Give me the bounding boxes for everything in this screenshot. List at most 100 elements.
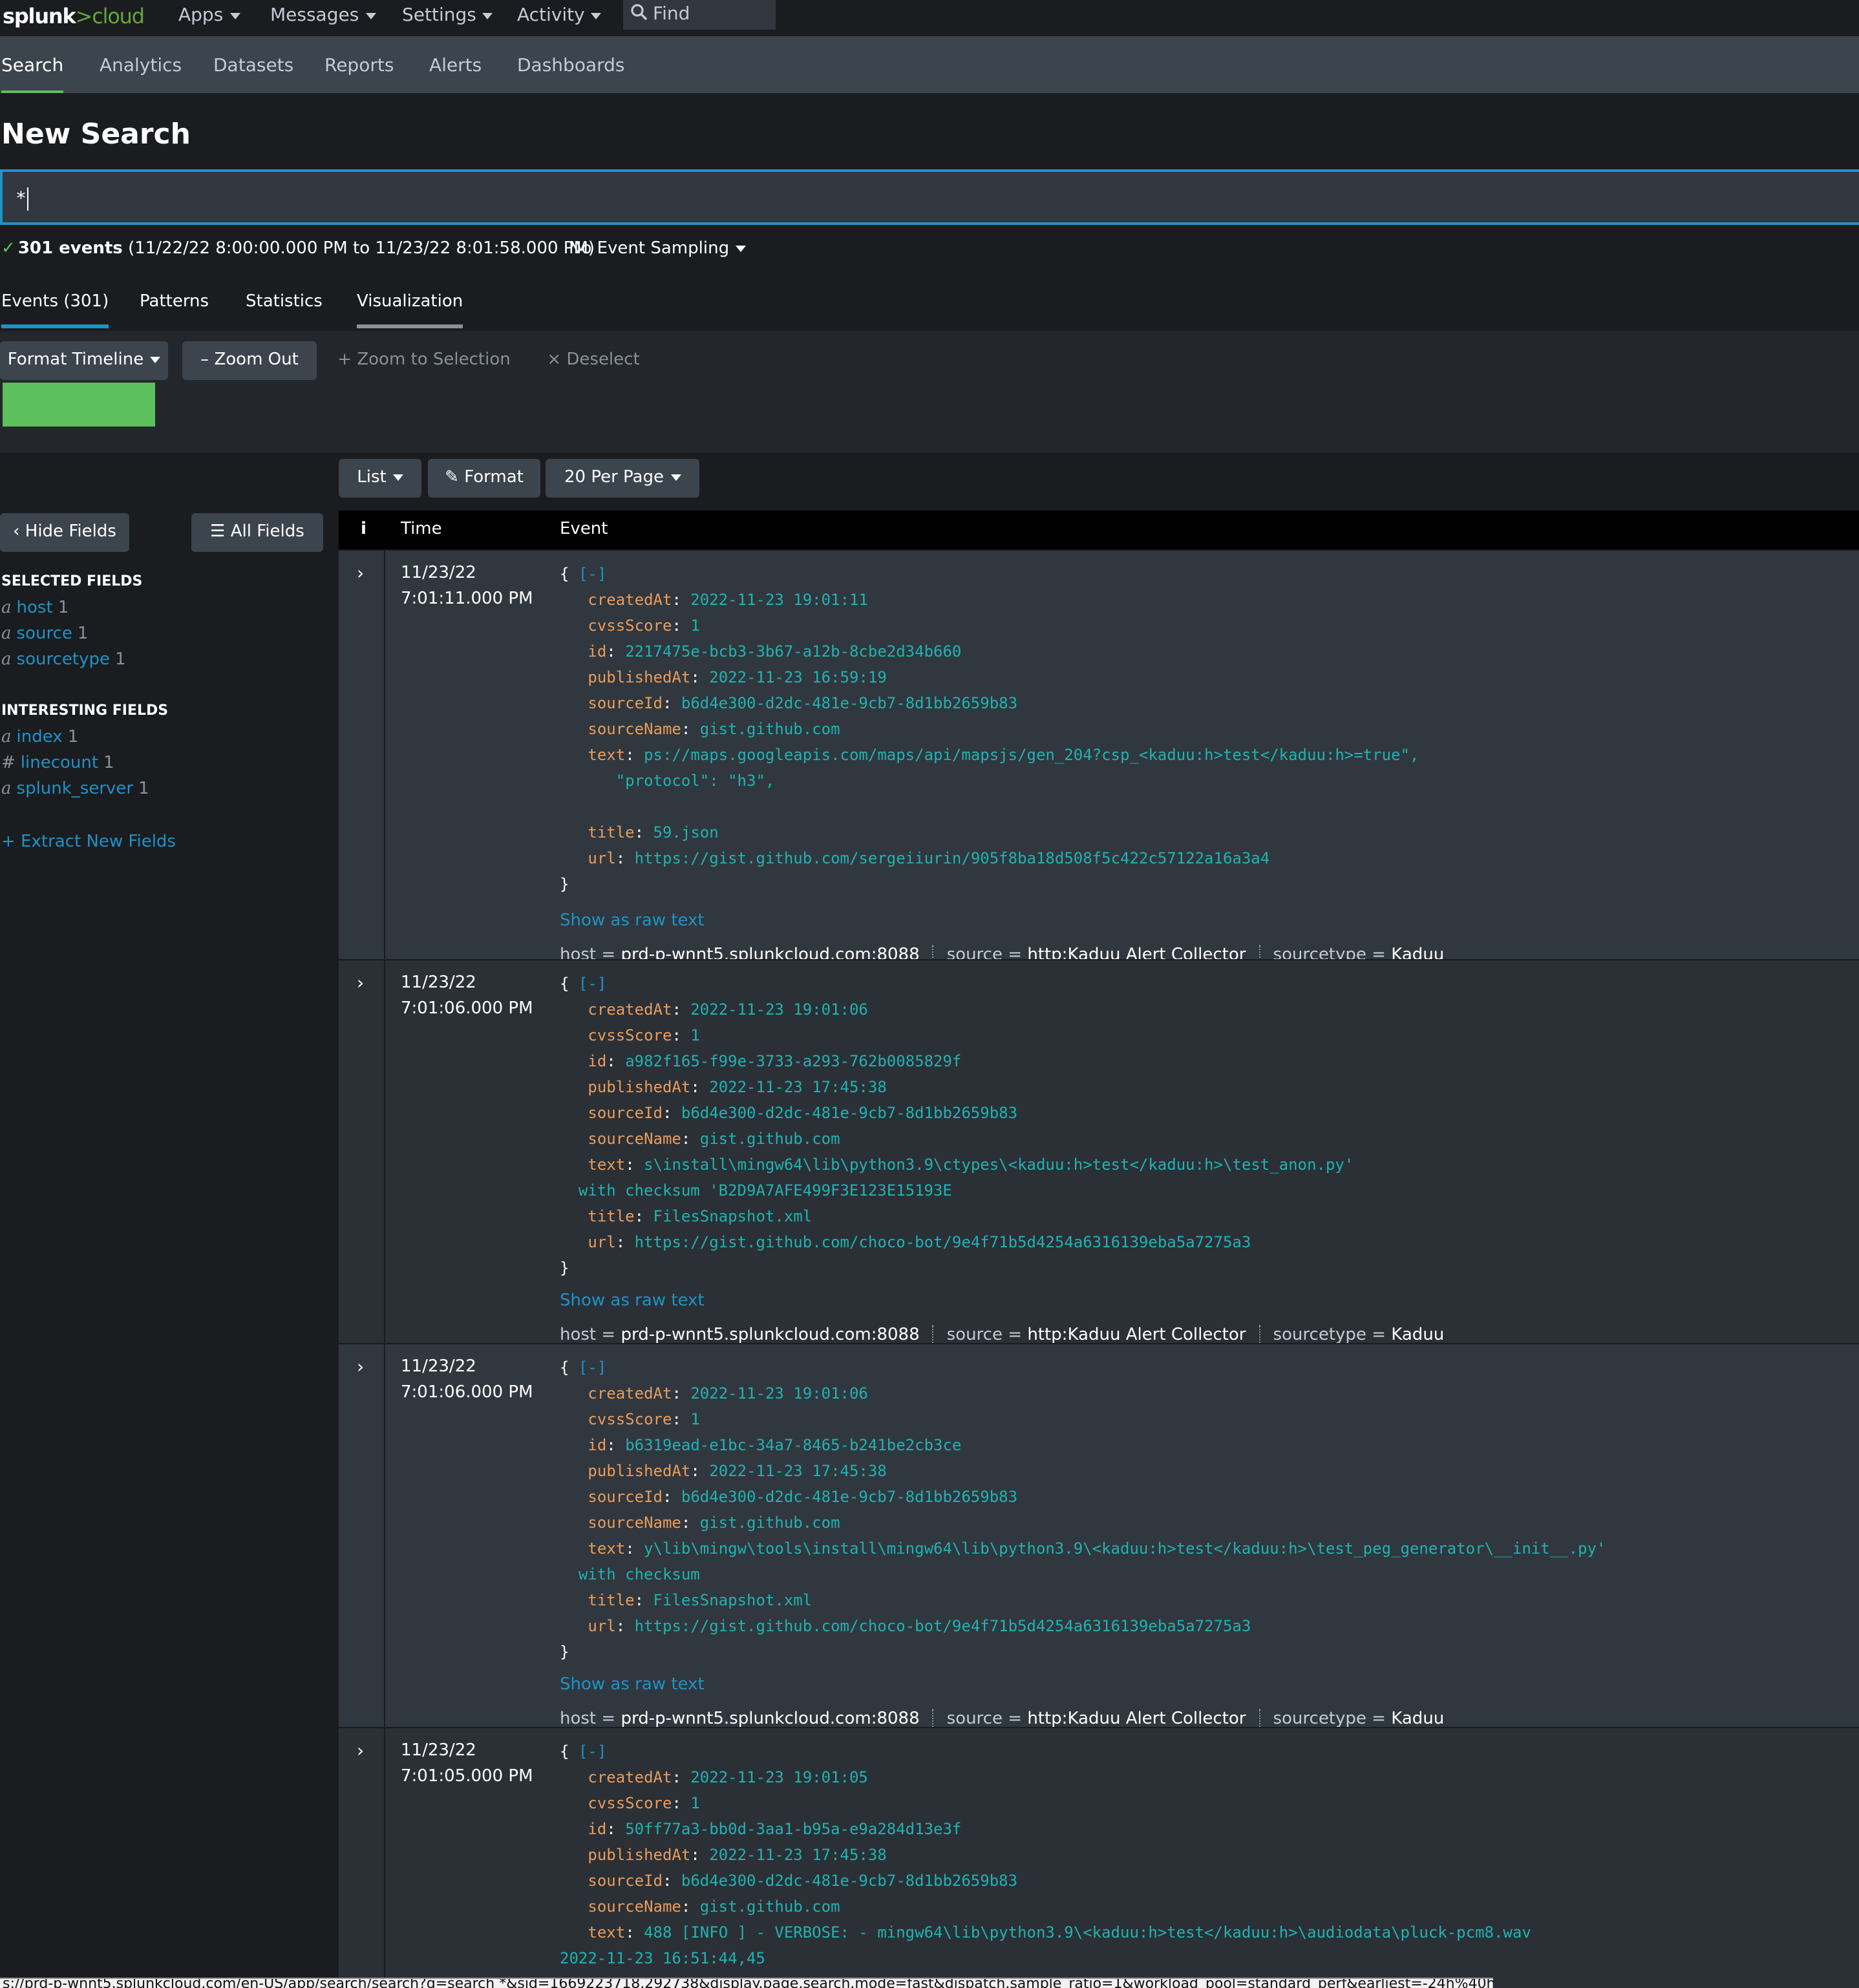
search-input[interactable]: * [0,169,1859,225]
source-value[interactable]: http:Kaduu Alert Collector [1027,1326,1246,1345]
source-value[interactable]: http:Kaduu Alert Collector [1027,1709,1246,1729]
hide-fields-button[interactable]: ‹ Hide Fields [0,513,129,552]
field-type-icon: # [1,754,16,773]
sourcetype-value[interactable]: Kaduu [1391,1709,1444,1729]
tab-patterns[interactable]: Patterns [140,292,209,324]
value-url[interactable]: https://gist.github.com/choco-bot/9e4f71… [635,1617,1251,1635]
collapse-toggle[interactable]: [-] [579,565,606,583]
value-id[interactable]: 50ff77a3-bb0d-3aa1-b95a-e9a284d13e3f [625,1820,961,1838]
expand-chevron-icon[interactable]: › [357,973,364,994]
value-createdAt[interactable]: 2022-11-23 19:01:06 [690,1384,868,1402]
value-id[interactable]: 2217475e-bcb3-3b67-a12b-8cbe2d34b660 [625,642,961,661]
zoom-out-button[interactable]: – Zoom Out [182,341,317,380]
list-view-button[interactable]: List [339,459,421,498]
host-value[interactable]: prd-p-wnnt5.splunkcloud.com:8088 [621,1709,919,1729]
show-raw-text-link[interactable]: Show as raw text [560,911,705,931]
value-title[interactable]: FilesSnapshot.xml [653,1207,813,1225]
field-linecount[interactable]: # linecount 1 [1,754,114,773]
value-text[interactable]: ps://maps.googleapis.com/maps/api/mapsjs… [644,746,1419,764]
field-sourcetype[interactable]: a sourcetype 1 [1,650,126,670]
field-host[interactable]: a host 1 [1,598,69,618]
value-text[interactable]: y\lib\mingw\tools\install\mingw64\lib\py… [644,1539,1606,1558]
field-type-icon: a [1,598,12,618]
nav-tab-analytics[interactable]: Analytics [100,56,182,76]
value-createdAt[interactable]: 2022-11-23 19:01:11 [690,591,868,609]
expand-chevron-icon[interactable]: › [357,564,364,584]
nav-tab-alerts[interactable]: Alerts [429,56,482,76]
value-text[interactable]: s\install\mingw64\lib\python3.9\ctypes\<… [644,1156,1354,1174]
tab-statistics[interactable]: Statistics [246,292,323,324]
value-publishedAt[interactable]: 2022-11-23 17:45:38 [709,1078,887,1096]
nav-tab-search[interactable]: Search [1,56,64,93]
format-timeline-label: Format Timeline [7,350,144,370]
value-sourceName[interactable]: gist.github.com [700,1898,840,1916]
activity-menu[interactable]: Activity [517,5,602,26]
event-time[interactable]: 11/23/22 7:01:11.000 PM [401,561,533,613]
key-createdAt: createdAt [588,1768,672,1786]
value-sourceName[interactable]: gist.github.com [700,1514,840,1532]
value-publishedAt[interactable]: 2022-11-23 17:45:38 [709,1846,887,1864]
value-sourceId[interactable]: b6d4e300-d2dc-481e-9cb7-8d1bb2659b83 [681,1872,1017,1890]
caret-down-icon [150,357,161,363]
value-title[interactable]: 59.json [653,823,719,841]
value-createdAt[interactable]: 2022-11-23 19:01:06 [690,1000,868,1019]
zoom-to-selection-button[interactable]: + Zoom to Selection [336,341,512,380]
nav-tab-reports[interactable]: Reports [324,56,394,76]
format-timeline-button[interactable]: Format Timeline [0,341,168,380]
splunk-cloud-logo[interactable]: splunk>cloud [3,4,145,28]
apps-menu[interactable]: Apps [178,5,240,26]
value-text[interactable]: 488 [INFO ] - VERBOSE: - mingw64\lib\pyt… [644,1923,1531,1941]
field-source[interactable]: a source 1 [1,624,88,644]
timeline-bar[interactable] [3,383,155,427]
value-title[interactable]: FilesSnapshot.xml [653,1591,813,1609]
per-page-button[interactable]: 20 Per Page [546,459,699,498]
value-sourceName[interactable]: gist.github.com [700,720,840,738]
key-createdAt: createdAt [588,1000,672,1019]
value-cvssScore[interactable]: 1 [690,1794,699,1812]
messages-menu[interactable]: Messages [270,5,376,26]
value-id[interactable]: a982f165-f99e-3733-a293-762b0085829f [625,1052,961,1070]
value-sourceId[interactable]: b6d4e300-d2dc-481e-9cb7-8d1bb2659b83 [681,1488,1017,1506]
event-time[interactable]: 11/23/22 7:01:06.000 PM [401,971,533,1022]
sourcetype-value[interactable]: Kaduu [1391,1326,1444,1345]
key-sourceName: sourceName [588,1514,681,1532]
time-column-header[interactable]: Time [401,520,442,539]
show-raw-text-link[interactable]: Show as raw text [560,1675,705,1695]
field-index[interactable]: a index 1 [1,728,78,747]
nav-tab-datasets[interactable]: Datasets [213,56,293,76]
value-sourceId[interactable]: b6d4e300-d2dc-481e-9cb7-8d1bb2659b83 [681,694,1017,712]
host-value[interactable]: prd-p-wnnt5.splunkcloud.com:8088 [621,1326,919,1345]
format-button[interactable]: ✎ Format [428,459,540,498]
value-createdAt[interactable]: 2022-11-23 19:01:05 [690,1768,868,1786]
value-cvssScore[interactable]: 1 [690,1026,699,1044]
event-sampling-dropdown[interactable]: No Event Sampling [569,239,747,259]
value-publishedAt[interactable]: 2022-11-23 16:59:19 [709,668,887,686]
value-url[interactable]: https://gist.github.com/sergeiiurin/905f… [635,849,1270,867]
collapse-toggle[interactable]: [-] [579,1742,606,1761]
collapse-toggle[interactable]: [-] [579,1359,606,1377]
deselect-button[interactable]: × Deselect [535,341,652,380]
host-key: host = [560,1326,616,1345]
value-cvssScore[interactable]: 1 [690,617,699,635]
show-raw-text-link[interactable]: Show as raw text [560,1291,705,1311]
all-fields-button[interactable]: ☰ All Fields [191,513,323,552]
expand-chevron-icon[interactable]: › [357,1357,364,1378]
value-publishedAt[interactable]: 2022-11-23 17:45:38 [709,1462,887,1480]
value-sourceName[interactable]: gist.github.com [700,1130,840,1148]
value-cvssScore[interactable]: 1 [690,1410,699,1428]
field-splunk-server[interactable]: a splunk_server 1 [1,779,149,799]
extract-new-fields-link[interactable]: + Extract New Fields [1,832,176,852]
nav-tab-dashboards[interactable]: Dashboards [517,56,625,76]
value-text-continued: 2022-11-23 16:51:44,45 [560,1949,765,1967]
value-id[interactable]: b6319ead-e1bc-34a7-8465-b241be2cb3ce [625,1436,961,1454]
event-time[interactable]: 11/23/22 7:01:06.000 PM [401,1355,533,1406]
event-time[interactable]: 11/23/22 7:01:05.000 PM [401,1739,533,1790]
tab-visualization[interactable]: Visualization [357,292,463,328]
settings-menu[interactable]: Settings [402,5,493,26]
collapse-toggle[interactable]: [-] [579,975,606,993]
expand-chevron-icon[interactable]: › [357,1741,364,1762]
find-input[interactable]: Find [623,0,776,30]
value-url[interactable]: https://gist.github.com/choco-bot/9e4f71… [635,1233,1251,1251]
tab-events[interactable]: Events (301) [1,292,109,328]
value-sourceId[interactable]: b6d4e300-d2dc-481e-9cb7-8d1bb2659b83 [681,1104,1017,1122]
